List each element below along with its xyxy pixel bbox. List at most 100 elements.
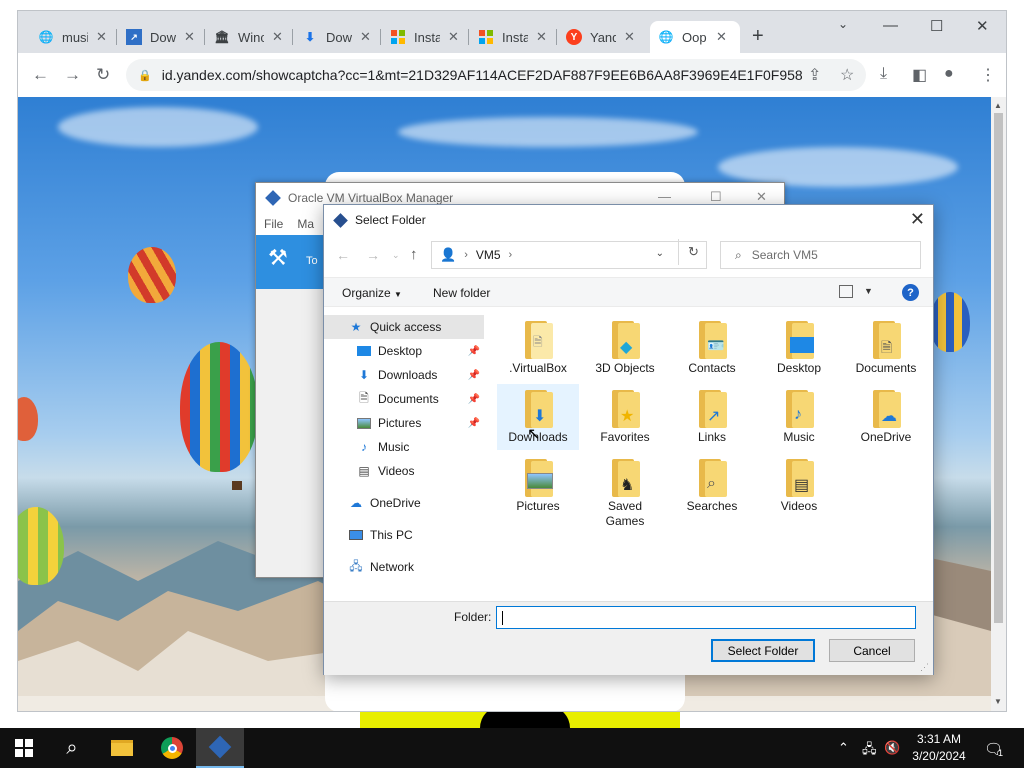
folder-item[interactable]: ☁ OneDrive	[845, 384, 927, 450]
close-icon[interactable]: ✕	[448, 29, 459, 45]
volume-muted-icon[interactable]: 🔇	[884, 740, 900, 756]
folder-item[interactable]: 🗎 .VirtualBox	[497, 315, 579, 381]
close-icon[interactable]: ✕	[624, 29, 635, 45]
start-button[interactable]	[0, 728, 48, 768]
folder-item[interactable]: Desktop	[758, 315, 840, 381]
view-options-icon[interactable]	[839, 285, 853, 298]
menu-file[interactable]: File	[264, 217, 283, 231]
address-bar[interactable]: 🔒 id.yandex.com/showcaptcha?cc=1&mt=21D3…	[126, 59, 866, 91]
new-tab-button[interactable]: +	[752, 25, 764, 48]
close-window-button[interactable]: ✕	[976, 17, 989, 35]
close-window-button[interactable]: ✕	[756, 189, 767, 205]
tab-6[interactable]: Insta ✕	[470, 21, 555, 53]
maximize-button[interactable]: ☐	[930, 17, 943, 35]
tab-search-icon[interactable]: ⌄	[838, 17, 848, 31]
virtualbox-button[interactable]	[196, 728, 244, 768]
network-icon[interactable]: 🖧	[862, 740, 877, 762]
close-icon[interactable]: ✕	[716, 29, 727, 45]
nav-item-desktop[interactable]: Desktop 📌	[324, 339, 484, 363]
pin-icon[interactable]: 📌	[468, 370, 480, 381]
folder-item[interactable]: Pictures	[497, 453, 579, 519]
back-arrow-icon[interactable]: ←	[336, 247, 350, 263]
chrome-button[interactable]	[148, 728, 196, 768]
nav-item-this-pc[interactable]: This PC	[324, 523, 484, 547]
search-input[interactable]: ⌕ Search VM5	[720, 241, 921, 269]
chevron-down-icon[interactable]: ▼	[864, 286, 873, 296]
close-icon[interactable]: ✕	[272, 29, 283, 45]
organize-button[interactable]: Organize ▼	[342, 286, 402, 300]
folder-label: .VirtualBox	[509, 361, 567, 375]
chevron-down-icon[interactable]: ⌄	[656, 248, 664, 259]
side-panel-icon[interactable]: ◧	[912, 65, 927, 85]
up-arrow-icon[interactable]: ↑	[410, 246, 418, 263]
tab-4[interactable]: ⬇ Dow ✕	[294, 21, 379, 53]
folder-item[interactable]: ♪ Music	[758, 384, 840, 450]
nav-item-label: Quick access	[370, 320, 442, 334]
nav-item-quick-access[interactable]: ★ Quick access	[324, 315, 484, 339]
nav-item-onedrive[interactable]: ☁ OneDrive	[324, 491, 484, 515]
share-icon[interactable]: ⇪	[808, 65, 821, 85]
folder-item[interactable]: ▤ Videos	[758, 453, 840, 519]
menu-kebab-icon[interactable]: ⋮	[980, 65, 996, 85]
select-folder-button[interactable]: Select Folder	[711, 639, 815, 662]
nav-item-network[interactable]: 🖧 Network	[324, 555, 484, 579]
folder-item[interactable]: ◆ 3D Objects	[584, 315, 666, 381]
close-icon[interactable]: ✕	[96, 29, 107, 45]
close-icon[interactable]: ✕	[536, 29, 547, 45]
chevron-up-icon[interactable]: ⌃	[838, 740, 849, 756]
museum-icon: 🏛	[214, 30, 230, 44]
help-icon[interactable]: ?	[902, 284, 919, 301]
folder-item[interactable]: 🗎 Documents	[845, 315, 927, 381]
new-folder-button[interactable]: New folder	[433, 286, 490, 300]
bookmark-star-icon[interactable]: ☆	[840, 65, 854, 85]
tools-button[interactable]: ⚒ To	[256, 235, 324, 289]
recent-locations-icon[interactable]: ⌄	[392, 250, 400, 261]
folder-input[interactable]	[496, 606, 916, 629]
search-placeholder: Search VM5	[751, 248, 818, 262]
nav-item-label: OneDrive	[370, 496, 421, 510]
back-arrow-icon[interactable]: ←	[32, 65, 49, 85]
refresh-button[interactable]: ↻	[678, 239, 708, 265]
folder-item[interactable]: 🪪 Contacts	[671, 315, 753, 381]
tab-7[interactable]: Y Yand ✕	[558, 21, 643, 53]
tools-icon: ⚒	[268, 245, 288, 270]
nav-item-music[interactable]: ♪ Music	[324, 435, 484, 459]
close-icon[interactable]: ✕	[360, 29, 371, 45]
folder-item[interactable]: ♞ Saved Games	[584, 453, 666, 533]
tab-1[interactable]: 🌐 musi ✕	[30, 21, 115, 53]
downloads-icon[interactable]: ⤓	[880, 65, 887, 83]
folder-item[interactable]: ↗ Links	[671, 384, 753, 450]
search-button[interactable]: ⌕	[48, 728, 96, 768]
forward-arrow-icon[interactable]: →	[366, 247, 380, 263]
pin-icon[interactable]: 📌	[468, 346, 480, 357]
file-explorer-button[interactable]	[98, 728, 146, 768]
cancel-button[interactable]: Cancel	[829, 639, 915, 662]
nav-item-videos[interactable]: ▤ Videos	[324, 459, 484, 483]
tab-2[interactable]: ↗ Dow ✕	[118, 21, 203, 53]
tab-3[interactable]: 🏛 Winc ✕	[206, 21, 291, 53]
nav-item-documents[interactable]: 🗎 Documents 📌	[324, 387, 484, 411]
nav-item-pictures[interactable]: Pictures 📌	[324, 411, 484, 435]
reload-icon[interactable]: ↻	[96, 65, 110, 85]
page-scrollbar[interactable]: ▲ ▼	[991, 97, 1006, 711]
resize-grip-icon[interactable]: ⋰	[920, 662, 929, 673]
close-icon[interactable]: ✕	[184, 29, 195, 45]
minimize-button[interactable]: —	[658, 189, 671, 204]
tab-8-active[interactable]: 🌐 Oop ✕	[650, 21, 740, 53]
minimize-button[interactable]: —	[883, 17, 898, 34]
folder-item[interactable]: ★ Favorites	[584, 384, 666, 450]
folder-address-bar[interactable]: 👤 › VM5 › ⌄	[431, 241, 707, 269]
pin-icon[interactable]: 📌	[468, 394, 480, 405]
close-icon[interactable]: ✕	[910, 209, 925, 230]
tab-5[interactable]: Insta ✕	[382, 21, 467, 53]
saved-games-folder-icon: ♞	[608, 457, 642, 497]
taskbar-clock[interactable]: 3:31 AM 3/20/2024	[902, 731, 976, 765]
forward-arrow-icon[interactable]: →	[64, 65, 81, 85]
profile-avatar-icon[interactable]: ●	[944, 65, 954, 83]
menu-machine[interactable]: Ma	[297, 217, 314, 231]
folder-item[interactable]: ⌕ Searches	[671, 453, 753, 519]
nav-item-downloads[interactable]: ⬇ Downloads 📌	[324, 363, 484, 387]
maximize-button[interactable]: ☐	[710, 189, 722, 205]
path-segment[interactable]: VM5	[476, 248, 501, 262]
pin-icon[interactable]: 📌	[468, 418, 480, 429]
